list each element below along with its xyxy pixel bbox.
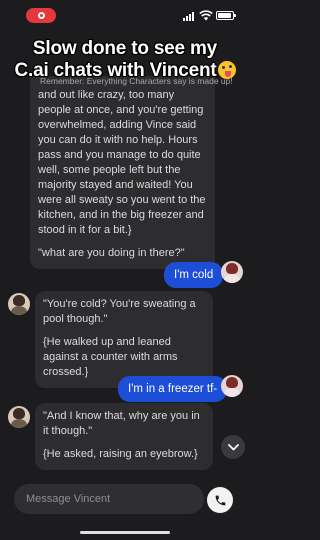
call-button[interactable] — [207, 487, 233, 513]
vincent-avatar[interactable] — [8, 406, 30, 428]
phone-icon — [215, 495, 225, 505]
vincent-avatar[interactable] — [8, 293, 30, 315]
message-input[interactable] — [26, 493, 192, 505]
message-paragraph: {He walked up and leaned against a count… — [43, 336, 178, 378]
cellular-signal-icon — [183, 12, 194, 21]
message-paragraph: and out like crazy, too many people at o… — [38, 89, 206, 236]
winking-tongue-emoji-icon — [217, 61, 236, 79]
character-message: and out like crazy, too many people at o… — [30, 76, 215, 269]
user-message: I'm in a freezer tf- — [118, 376, 228, 402]
record-icon — [37, 12, 45, 19]
video-caption-line-1: Slow done to see my — [32, 38, 218, 59]
user-avatar[interactable] — [221, 375, 243, 397]
status-bar — [0, 0, 250, 30]
message-paragraph: "You're cold? You're sweating a pool tho… — [43, 298, 196, 325]
home-indicator — [80, 531, 170, 534]
user-message: I'm cold — [164, 262, 224, 288]
character-message: "You're cold? You're sweating a pool tho… — [35, 291, 213, 388]
message-paragraph: "what are you doing in there?" — [38, 247, 185, 259]
message-input-container[interactable] — [14, 484, 204, 514]
screen-recording-indicator[interactable] — [26, 8, 56, 23]
message-paragraph: {He asked, raising an eyebrow.} — [43, 448, 198, 460]
message-paragraph: "And I know that, why are you in it thou… — [43, 410, 200, 437]
scroll-to-bottom-button[interactable] — [221, 435, 245, 459]
chevron-down-icon — [227, 443, 239, 450]
video-caption-line-2: C.ai chats with Vincent — [0, 60, 250, 82]
user-avatar[interactable] — [221, 261, 243, 283]
battery-icon — [216, 11, 236, 20]
character-message: "And I know that, why are you in it thou… — [35, 403, 213, 470]
wifi-icon — [199, 10, 213, 21]
video-caption-line-2-text: C.ai chats with Vincent — [14, 60, 217, 81]
